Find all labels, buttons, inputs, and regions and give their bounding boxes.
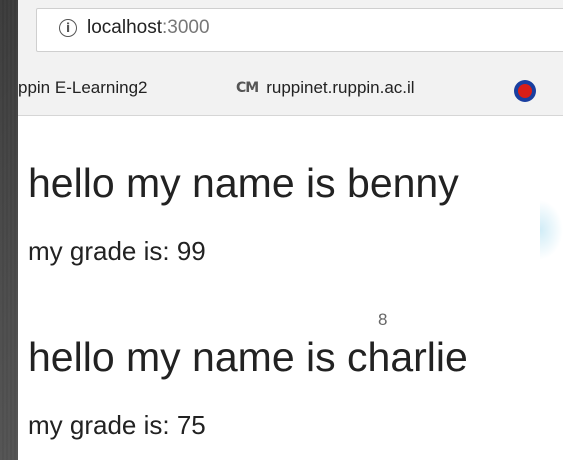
greeting-heading: hello my name is charlie bbox=[28, 334, 468, 380]
bookmarks-bar: ppin E-Learning2 CM ruppinet.ruppin.ac.i… bbox=[18, 66, 563, 116]
grade-text: my grade is: 75 bbox=[28, 410, 206, 440]
greeting-heading: hello my name is benny bbox=[28, 160, 459, 206]
address-bar[interactable]: i localhost:3000 bbox=[36, 8, 563, 52]
url-text[interactable]: localhost:3000 bbox=[87, 17, 210, 39]
bookmark-label: ruppinet.ruppin.ac.il bbox=[266, 78, 415, 97]
bookmark-label: ppin E-Learning2 bbox=[18, 78, 148, 97]
info-icon[interactable]: i bbox=[59, 19, 77, 37]
bookmark-ruppinet[interactable]: CM ruppinet.ruppin.ac.il bbox=[236, 78, 415, 98]
bookmark-e-learning[interactable]: ppin E-Learning2 bbox=[18, 78, 147, 98]
ruppin-logo-icon[interactable] bbox=[514, 80, 536, 102]
grade-text: my grade is: 99 bbox=[28, 236, 206, 266]
decorative-glint bbox=[540, 200, 563, 260]
url-port: :3000 bbox=[162, 17, 210, 38]
browser-screenshot: i localhost:3000 ppin E-Learning2 CM rup… bbox=[18, 0, 563, 460]
address-bar-area: i localhost:3000 bbox=[18, 0, 563, 66]
url-host: localhost bbox=[87, 17, 162, 38]
cm-logo-icon: CM bbox=[236, 80, 259, 96]
slide-number: 8 bbox=[378, 310, 388, 329]
